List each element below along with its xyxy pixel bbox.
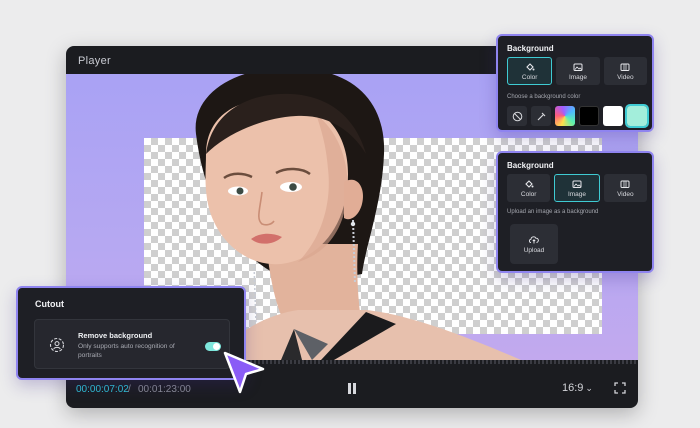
color-swatches [507,104,649,128]
gradient-swatch[interactable] [555,106,575,126]
background-color-panel: Background Color Image Video Choose a ba… [496,34,654,132]
tab-label: Image [567,190,587,198]
cutout-title: Cutout [35,299,64,309]
current-time: 00:00:07:02 [76,384,129,395]
film-icon [620,180,630,188]
tab-image[interactable]: Image [554,174,600,202]
color-hint: Choose a background color [507,94,581,100]
tab-video[interactable]: Video [603,57,647,85]
paint-bucket-icon [524,179,534,188]
tab-label: Color [521,73,538,81]
tab-video[interactable]: Video [603,174,647,202]
portrait-cutout-icon [49,337,65,353]
upload-button[interactable]: Upload [510,224,558,264]
cutout-panel: Cutout Remove background Only supports a… [16,286,246,380]
black-swatch[interactable] [579,106,599,126]
tab-color[interactable]: Color [507,57,553,85]
cursor-arrow-icon [223,351,265,394]
no-color-swatch[interactable] [507,106,527,126]
cloud-upload-icon [528,236,539,244]
no-color-icon [512,111,522,121]
remove-background-desc: Only supports auto recognition of portra… [78,343,175,359]
total-duration: 00:01:23:00 [138,384,191,395]
tab-color[interactable]: Color [507,174,551,202]
panel-title: Background [507,44,554,53]
eyedropper-icon [537,112,545,120]
paint-bucket-icon [525,62,535,71]
panel-title: Background [507,161,554,170]
image-icon [572,180,582,188]
tab-image[interactable]: Image [556,57,600,85]
eyedropper-swatch[interactable] [531,106,551,126]
tab-label: Video [617,190,634,198]
background-image-panel: Background Color Image Video Upload an i… [496,151,654,273]
aspect-ratio-value: 16:9 [562,382,584,394]
remove-background-label: Remove background [78,331,153,340]
tab-label: Color [520,190,537,198]
tab-label: Video [617,73,634,81]
fullscreen-icon[interactable] [614,382,626,394]
film-icon [620,63,630,71]
background-tabs: Color Image Video [507,57,647,85]
player-title: Player [78,55,111,67]
pause-button[interactable] [347,383,357,394]
tab-label: Image [568,73,588,81]
chevron-down-icon: ⌄ [585,383,593,393]
remove-background-toggle[interactable] [205,342,221,351]
remove-background-option[interactable]: Remove background Only supports auto rec… [34,319,230,369]
image-icon [573,63,583,71]
upload-hint: Upload an image as a background [507,209,599,215]
upload-label: Upload [523,247,545,254]
mint-swatch[interactable] [625,104,649,128]
time-separator: / [128,384,131,395]
background-tabs: Color Image Video [507,174,647,202]
white-swatch[interactable] [603,106,623,126]
aspect-ratio-dropdown[interactable]: 16:9 ⌄ [562,382,593,394]
